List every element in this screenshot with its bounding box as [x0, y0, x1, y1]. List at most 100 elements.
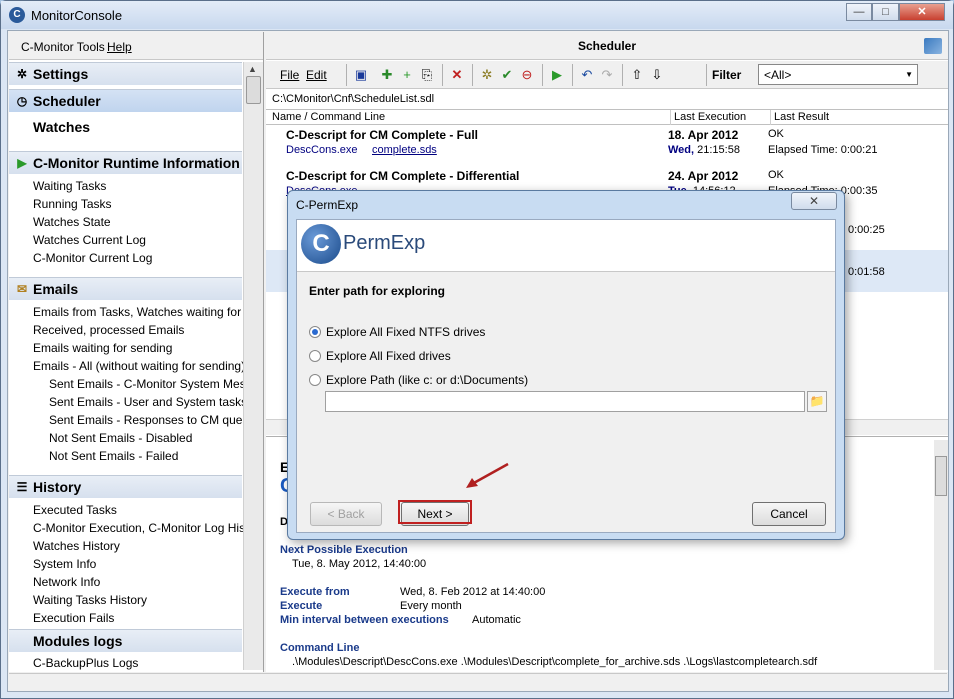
- gear-icon: ✲: [16, 67, 28, 81]
- nav-watches-history[interactable]: Watches History: [33, 539, 120, 553]
- nav-emails-all[interactable]: Emails - All (without waiting for sendin…: [33, 359, 245, 373]
- column-divider[interactable]: [770, 110, 771, 125]
- execute-from-label: Execute from: [280, 586, 350, 598]
- nav-execution-history[interactable]: C-Monitor Execution, C-Monitor Log Histo…: [33, 521, 263, 535]
- radio-fixed-label[interactable]: Explore All Fixed drives: [326, 349, 451, 363]
- maximize-button[interactable]: □: [872, 3, 899, 21]
- execute-from-value: Wed, 8. Feb 2012 at 14:40:00: [400, 586, 546, 598]
- nav-executed-tasks[interactable]: Executed Tasks: [33, 503, 117, 517]
- task-arg-link[interactable]: complete.sds: [372, 144, 437, 156]
- cancel-button[interactable]: Cancel: [752, 502, 826, 526]
- section-emails[interactable]: ✉ Emails: [9, 277, 242, 300]
- menu-cmonitor-tools[interactable]: C-Monitor Tools: [21, 40, 105, 54]
- menu-edit[interactable]: Edit: [306, 68, 327, 82]
- section-scheduler-label: Scheduler: [33, 93, 101, 109]
- dialog-banner: C PermExp: [297, 220, 835, 272]
- run-icon[interactable]: ▶: [548, 66, 566, 84]
- scroll-up-icon[interactable]: ▲: [248, 64, 257, 74]
- menu-file[interactable]: File: [280, 68, 299, 82]
- table-row[interactable]: C-Descript for CM Complete - Full DescCo…: [266, 126, 948, 166]
- nav-sent-system[interactable]: Sent Emails - C-Monitor System Messages: [49, 377, 263, 391]
- section-settings[interactable]: ✲ Settings: [9, 62, 242, 85]
- menu-help[interactable]: Help: [107, 40, 132, 54]
- enable-icon[interactable]: ✔: [498, 66, 516, 84]
- nav-system-info[interactable]: System Info: [33, 557, 96, 571]
- nav-watches-current-log[interactable]: Watches Current Log: [33, 233, 146, 247]
- nav-network-info[interactable]: Network Info: [33, 575, 100, 589]
- section-modules-label: Modules logs: [33, 633, 123, 649]
- save-icon[interactable]: ▣: [352, 66, 370, 84]
- section-scheduler[interactable]: ◷ Scheduler: [9, 89, 242, 112]
- nav-sent-user[interactable]: Sent Emails - User and System tasks Resu…: [49, 395, 263, 409]
- nav-execution-fails[interactable]: Execution Fails: [33, 611, 114, 625]
- toolbar-separator: [706, 64, 707, 86]
- next-highlight-frame: [398, 500, 472, 524]
- nav-not-sent-disabled[interactable]: Not Sent Emails - Disabled: [49, 431, 192, 445]
- move-down-icon[interactable]: ⇩: [648, 66, 666, 84]
- radio-fixed-drives[interactable]: [309, 350, 321, 362]
- command-line-value: .\Modules\Descript\DescCons.exe .\Module…: [292, 656, 818, 668]
- section-history-label: History: [33, 479, 82, 495]
- toolbar-separator: [346, 64, 347, 86]
- move-up-icon[interactable]: ⇧: [628, 66, 646, 84]
- minimize-button[interactable]: —: [846, 3, 872, 21]
- nav-emails-waiting-tasks[interactable]: Emails from Tasks, Watches waiting for s…: [33, 305, 263, 319]
- section-history[interactable]: ☰ History: [9, 475, 242, 498]
- left-scrollbar[interactable]: ▲: [243, 62, 263, 670]
- toolbar-separator: [622, 64, 623, 86]
- undo-icon[interactable]: ↶: [578, 66, 596, 84]
- clock-icon: ◷: [16, 94, 28, 108]
- back-button[interactable]: < Back: [310, 502, 382, 526]
- new-task-icon[interactable]: ✚: [378, 66, 396, 84]
- task-elapsed: 0:01:58: [848, 266, 885, 278]
- add-icon[interactable]: +: [398, 66, 416, 84]
- toolbar-separator: [472, 64, 473, 86]
- delete-icon[interactable]: ✕: [448, 66, 466, 84]
- radio-ntfs-label[interactable]: Explore All Fixed NTFS drives: [326, 325, 485, 339]
- folder-icon[interactable]: 📁: [807, 391, 827, 412]
- toolbar: File Edit ▣ ✚ + ⎘ ✕ ✲ ✔ ⊖ ▶ ↶ ↷ ⇧ ⇩ Filt…: [266, 61, 948, 89]
- settings-icon[interactable]: ✲: [478, 66, 496, 84]
- radio-explore-path[interactable]: [309, 374, 321, 386]
- column-divider[interactable]: [670, 110, 671, 125]
- section-runtime-information[interactable]: ▶ C-Monitor Runtime Information: [9, 151, 242, 174]
- nav-received-emails[interactable]: Received, processed Emails: [33, 323, 184, 337]
- radio-path-label[interactable]: Explore Path (like c: or d:\Documents): [326, 373, 528, 387]
- detail-scrollbar[interactable]: [934, 440, 948, 670]
- close-button[interactable]: ✕: [899, 3, 945, 21]
- task-result: OK: [768, 169, 784, 181]
- nav-emails-waiting[interactable]: Emails waiting for sending: [33, 341, 172, 355]
- schedule-path: C:\CMonitor\Cnf\ScheduleList.sdl: [272, 93, 435, 105]
- column-last-result[interactable]: Last Result: [774, 111, 829, 123]
- cmonitor-logo-icon: [924, 38, 942, 54]
- section-modules-logs[interactable]: Modules logs: [9, 629, 242, 652]
- radio-ntfs-drives[interactable]: [309, 326, 321, 338]
- task-result: OK: [768, 128, 784, 140]
- task-title: C-Descript for CM Complete - Differentia…: [286, 169, 520, 183]
- copy-icon[interactable]: ⎘: [418, 66, 436, 84]
- disable-icon[interactable]: ⊖: [518, 66, 536, 84]
- column-name[interactable]: Name / Command Line: [272, 111, 385, 123]
- nav-waiting-tasks[interactable]: Waiting Tasks: [33, 179, 106, 193]
- command-line-label: Command Line: [280, 642, 360, 654]
- dialog-heading: Enter path for exploring: [309, 284, 446, 298]
- nav-cmonitor-current-log[interactable]: C-Monitor Current Log: [33, 251, 152, 265]
- min-interval-value: Automatic: [472, 614, 521, 626]
- nav-sent-responses[interactable]: Sent Emails - Responses to CM queries: [49, 413, 262, 427]
- section-emails-label: Emails: [33, 281, 79, 297]
- task-time-value: 21:15:58: [697, 144, 740, 156]
- dialog-close-button[interactable]: ✕: [791, 192, 837, 210]
- section-watches[interactable]: Watches: [33, 119, 90, 135]
- path-input[interactable]: [325, 391, 805, 412]
- redo-icon[interactable]: ↷: [598, 66, 616, 84]
- nav-not-sent-failed[interactable]: Not Sent Emails - Failed: [49, 449, 178, 463]
- task-time: Wed, 21:15:58: [668, 144, 740, 156]
- nav-cbackupplus-logs[interactable]: C-BackupPlus Logs: [33, 656, 138, 670]
- scroll-thumb[interactable]: [935, 456, 947, 496]
- nav-watches-state[interactable]: Watches State: [33, 215, 111, 229]
- nav-waiting-tasks-history[interactable]: Waiting Tasks History: [33, 593, 147, 607]
- scroll-thumb[interactable]: [246, 76, 261, 104]
- nav-running-tasks[interactable]: Running Tasks: [33, 197, 112, 211]
- filter-dropdown[interactable]: <All> ▼: [758, 64, 918, 85]
- column-last-execution[interactable]: Last Execution: [674, 111, 746, 123]
